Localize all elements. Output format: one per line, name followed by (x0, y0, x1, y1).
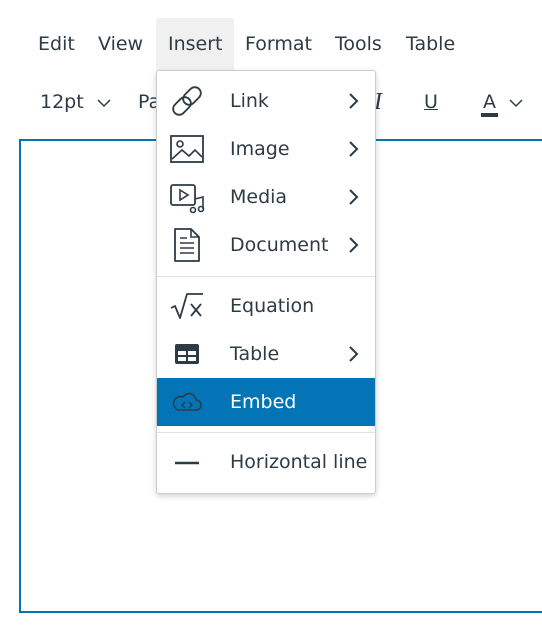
chevron-right-icon (349, 237, 359, 253)
chevron-down-icon (97, 98, 111, 107)
insert-link-label: Link (230, 90, 269, 112)
menu-format[interactable]: Format (233, 18, 324, 70)
menu-divider (157, 432, 375, 433)
insert-document-label: Document (230, 234, 329, 256)
insert-table-label: Table (230, 343, 280, 365)
document-icon (174, 228, 200, 262)
link-icon (172, 86, 202, 116)
text-color-button[interactable]: A (481, 78, 524, 126)
insert-media-item[interactable]: Media (157, 173, 375, 221)
insert-embed-item[interactable]: Embed (157, 378, 375, 426)
insert-equation-label: Equation (230, 295, 315, 317)
insert-image-item[interactable]: Image (157, 125, 375, 173)
underline-icon: U (424, 91, 438, 113)
chevron-right-icon (349, 189, 359, 205)
table-icon (175, 344, 199, 364)
chevron-right-icon (349, 346, 359, 362)
insert-media-label: Media (230, 186, 288, 208)
menu-divider (157, 276, 375, 277)
menu-view[interactable]: View (86, 18, 155, 70)
menu-table[interactable]: Table (394, 18, 467, 70)
insert-equation-item[interactable]: Equation (157, 282, 375, 330)
media-icon (170, 184, 205, 214)
insert-horizontal-line-label: Horizontal line (230, 451, 368, 473)
insert-link-item[interactable]: Link (157, 77, 375, 125)
chevron-down-icon (509, 98, 523, 107)
chevron-right-icon (349, 141, 359, 157)
menu-tools[interactable]: Tools (323, 18, 394, 70)
insert-menu-dropdown: Link Image Media Document Equation Table… (156, 70, 376, 494)
horizontal-line-icon (175, 461, 199, 465)
menu-insert[interactable]: Insert (156, 18, 234, 70)
underline-button[interactable]: U (424, 78, 438, 126)
chevron-right-icon (349, 93, 359, 109)
text-color-icon: A (481, 91, 498, 117)
font-size-dropdown[interactable]: 12pt (40, 78, 112, 126)
insert-image-label: Image (230, 138, 290, 160)
menu-edit[interactable]: Edit (26, 18, 87, 70)
insert-horizontal-line-item[interactable]: Horizontal line (157, 438, 375, 486)
insert-document-item[interactable]: Document (157, 221, 375, 269)
insert-table-item[interactable]: Table (157, 330, 375, 378)
embed-cloud-icon (172, 392, 202, 411)
font-size-value: 12pt (40, 91, 84, 113)
menu-bar: Edit View Insert Format Tools Table (0, 18, 542, 70)
equation-icon (170, 293, 203, 319)
insert-embed-label: Embed (230, 391, 297, 413)
image-icon (170, 135, 204, 163)
